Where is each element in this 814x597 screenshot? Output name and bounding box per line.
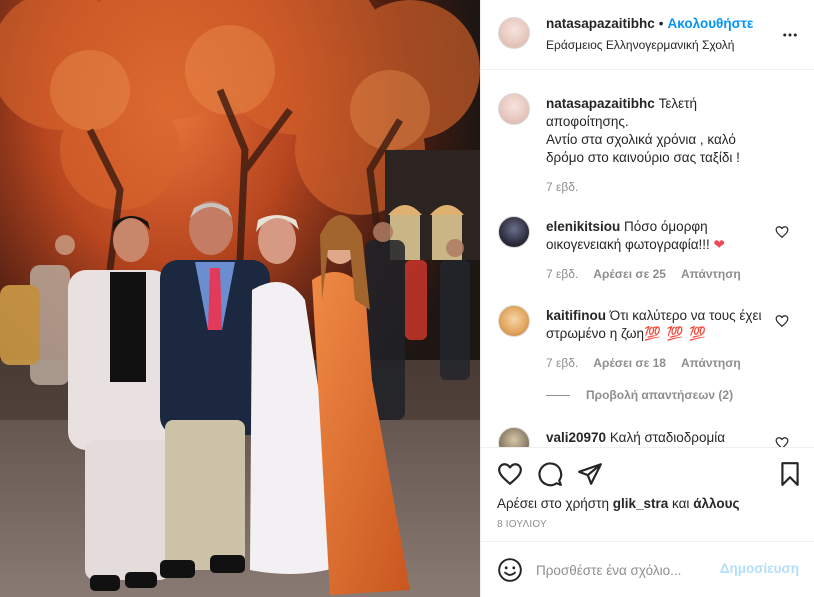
smiley-icon[interactable] [497, 557, 523, 583]
comment-text: Καλή σταδιοδρομία [609, 430, 726, 445]
likes-prefix: Αρέσει στο χρήστη [497, 496, 609, 511]
caption-time[interactable]: 7 εβδ. [546, 180, 578, 194]
comment-username[interactable]: kaitifinou [546, 308, 606, 323]
comment-body: kaitifinou Ότι καλύτερο να τους έχει στρ… [546, 307, 776, 343]
follow-button[interactable]: Ακολουθήστε [668, 16, 754, 31]
replies-line [546, 395, 570, 397]
post-sidebar: natasapazaitibhc • Ακολουθήστε Εράσμειος Ε… [480, 0, 814, 597]
comment-likes[interactable]: Αρέσει σε 18 [593, 356, 666, 370]
comment-likes[interactable]: Αρέσει σε 25 [593, 267, 666, 281]
commenter-avatar[interactable] [498, 216, 530, 248]
comment-icon[interactable] [537, 461, 563, 487]
comment-body: vali20970 Καλή σταδιοδρομία [546, 429, 776, 447]
author-avatar[interactable] [498, 17, 530, 49]
comment-username[interactable]: vali20970 [546, 430, 606, 445]
post-comment-button[interactable]: Δημοσίευση [720, 561, 799, 576]
separator: • [658, 16, 664, 31]
comment-username[interactable]: elenikitsiou [546, 219, 620, 234]
hundred-emoji: 💯 💯 💯 [644, 326, 707, 341]
like-comment-heart-icon[interactable] [775, 436, 789, 447]
heart-icon[interactable] [497, 461, 523, 487]
send-icon[interactable] [577, 461, 603, 487]
post-actions [481, 447, 814, 497]
comment-meta: 7 εβδ. Αρέσει σε 25 Απάντηση [546, 267, 756, 281]
caption-meta: 7 εβδ. [546, 180, 593, 194]
post-date[interactable]: 8 ΙΟΥΛΙΟΥ [497, 519, 547, 530]
caption-avatar[interactable] [498, 93, 530, 125]
view-replies-button[interactable]: Προβολή απαντήσεων (2) [546, 388, 733, 402]
like-comment-heart-icon[interactable] [775, 314, 789, 328]
commenter-avatar[interactable] [498, 427, 530, 447]
post-header: natasapazaitibhc • Ακολουθήστε Εράσμειος Ε… [481, 0, 814, 70]
likes-middle: και [672, 496, 690, 511]
more-horizontal-icon[interactable] [781, 26, 799, 44]
likes-others-link[interactable]: άλλους [693, 496, 739, 511]
heart-emoji: ❤ [713, 237, 725, 252]
post-location[interactable]: Εράσμειος Ελληνογερμανική Σχολή [546, 38, 734, 52]
post-photo[interactable] [0, 0, 480, 597]
comment-time[interactable]: 7 εβδ. [546, 356, 578, 370]
liker-username[interactable]: glik_stra [613, 496, 669, 511]
header-user-line: natasapazaitibhc • Ακολουθήστε [546, 16, 753, 31]
comment-input[interactable] [536, 558, 716, 582]
view-replies-label: Προβολή απαντήσεων (2) [586, 388, 734, 402]
comment-composer: Δημοσίευση [481, 541, 814, 597]
reply-button[interactable]: Απάντηση [681, 267, 741, 281]
comments-list[interactable]: natasapazaitibhc Τελετή αποφοίτησης. Αντ… [481, 71, 814, 447]
bookmark-icon[interactable] [777, 461, 803, 487]
author-username[interactable]: natasapazaitibhc [546, 16, 655, 31]
comment-meta: 7 εβδ. Αρέσει σε 18 Απάντηση [546, 356, 756, 370]
like-comment-heart-icon[interactable] [775, 225, 789, 239]
commenter-avatar[interactable] [498, 305, 530, 337]
caption-username[interactable]: natasapazaitibhc [546, 96, 655, 111]
comment-time[interactable]: 7 εβδ. [546, 267, 578, 281]
comment-body: elenikitsiou Πόσο όμορφη οικογενειακή φω… [546, 218, 776, 254]
caption-body: natasapazaitibhc Τελετή αποφοίτησης. Αντ… [546, 95, 776, 167]
reply-button[interactable]: Απάντηση [681, 356, 741, 370]
graduation-photo [0, 0, 480, 597]
likes-summary: Αρέσει στο χρήστη glik_stra και άλλους [497, 496, 739, 511]
